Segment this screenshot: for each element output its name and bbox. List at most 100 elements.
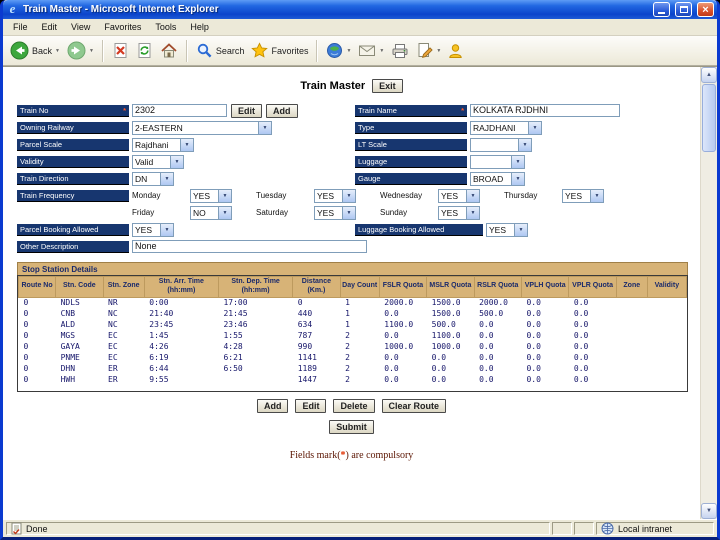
station-table-header-row: Route NoStn. CodeStn. ZoneStn. Arr. Time…: [19, 277, 687, 298]
menu-file[interactable]: File: [6, 20, 35, 34]
globe-icon: [326, 42, 343, 59]
parcel-scale-select[interactable]: Rajdhani ▼: [132, 138, 194, 152]
column-header: MSLR Quota: [427, 277, 474, 298]
table-row[interactable]: 0HWHER9:55144720.00.00.00.00.0: [19, 374, 687, 385]
tuesday-select[interactable]: YES ▼: [314, 189, 356, 203]
lt-scale-select[interactable]: ▼: [470, 138, 532, 152]
table-cell: 0.0: [474, 341, 521, 352]
table-cell: GAYA: [56, 341, 103, 352]
clear-route-button[interactable]: Clear Route: [382, 399, 447, 413]
table-cell: 0.0: [521, 308, 568, 319]
mail-button[interactable]: ▼: [355, 41, 387, 60]
other-description-input[interactable]: None: [132, 240, 367, 253]
table-row[interactable]: 0GAYAEC4:264:2899021000.01000.00.00.00.0: [19, 341, 687, 352]
search-button[interactable]: Search: [193, 40, 248, 61]
table-row[interactable]: 0NDLSNR0:0017:00012000.01500.02000.00.00…: [19, 297, 687, 308]
menu-help[interactable]: Help: [183, 20, 216, 34]
menu-favorites[interactable]: Favorites: [97, 20, 148, 34]
train-name-input[interactable]: KOLKATA RJDHNI: [470, 104, 620, 117]
submit-button[interactable]: Submit: [329, 420, 374, 434]
content-area: Train Master Exit Train No * 2302 Edit A: [3, 66, 717, 519]
edit-row-button[interactable]: Edit: [295, 399, 326, 413]
scrollbar-thumb[interactable]: [702, 84, 716, 152]
table-action-buttons: Add Edit Delete Clear Route: [3, 399, 700, 413]
print-button[interactable]: [388, 41, 412, 61]
monday-select[interactable]: YES ▼: [190, 189, 232, 203]
required-asterisk: *: [461, 106, 464, 115]
table-cell: NC: [103, 308, 144, 319]
table-cell: 1141: [293, 352, 340, 363]
table-cell: 0: [293, 297, 340, 308]
page-title: Train Master: [300, 80, 365, 92]
luggage-booking-select[interactable]: YES ▼: [486, 223, 528, 237]
friday-select[interactable]: NO ▼: [190, 206, 232, 220]
table-row[interactable]: 0MGSEC1:451:5578720.01100.00.00.00.0: [19, 330, 687, 341]
parcel-booking-select[interactable]: YES ▼: [132, 223, 174, 237]
menu-edit[interactable]: Edit: [35, 20, 65, 34]
add-row-button[interactable]: Add: [257, 399, 289, 413]
owning-railway-select[interactable]: 2-EASTERN ▼: [132, 121, 272, 135]
minimize-button[interactable]: [653, 2, 670, 17]
table-cell: 1000.0: [379, 341, 426, 352]
vertical-scrollbar[interactable]: ▲ ▼: [700, 67, 717, 519]
chevron-down-icon: ▼: [342, 190, 355, 202]
stop-button[interactable]: [109, 40, 132, 61]
messenger-button[interactable]: [445, 41, 466, 61]
table-cell: EC: [103, 341, 144, 352]
table-row[interactable]: 0ALDNC23:4523:4663411100.0500.00.00.00.0: [19, 319, 687, 330]
chevron-down-icon: ▼: [514, 224, 527, 236]
table-row[interactable]: 0CNBNC21:4021:4544010.01500.0500.00.00.0: [19, 308, 687, 319]
table-cell: 1100.0: [379, 319, 426, 330]
forward-button[interactable]: ▼: [64, 39, 97, 62]
table-cell: [647, 374, 686, 385]
back-button[interactable]: Back ▼: [7, 39, 63, 62]
menu-view[interactable]: View: [64, 20, 97, 34]
column-header: Validity: [647, 277, 686, 298]
validity-select[interactable]: Valid ▼: [132, 155, 184, 169]
train-direction-select[interactable]: DN ▼: [132, 172, 174, 186]
table-cell: 23:45: [144, 319, 218, 330]
media-button[interactable]: ▼: [323, 40, 354, 61]
saturday-select[interactable]: YES ▼: [314, 206, 356, 220]
delete-row-button[interactable]: Delete: [333, 399, 374, 413]
browser-window: e Train Master - Microsoft Internet Expl…: [0, 0, 720, 540]
table-row[interactable]: 0DHNER6:446:50118920.00.00.00.00.0: [19, 363, 687, 374]
chevron-down-icon: ▼: [170, 156, 183, 168]
chevron-down-icon: ▼: [180, 139, 193, 151]
type-select[interactable]: RAJDHANI ▼: [470, 121, 542, 135]
scrollbar-track[interactable]: [701, 83, 717, 503]
gauge-select[interactable]: BROAD ▼: [470, 172, 525, 186]
other-description-label: Other Description: [17, 241, 129, 253]
wednesday-select[interactable]: YES ▼: [438, 189, 480, 203]
sunday-select[interactable]: YES ▼: [438, 206, 480, 220]
thursday-select[interactable]: YES ▼: [562, 189, 604, 203]
table-cell: 0.0: [474, 374, 521, 385]
scroll-up-icon[interactable]: ▲: [701, 67, 717, 83]
train-no-edit-button[interactable]: Edit: [231, 104, 262, 118]
column-header: Stn. Zone: [103, 277, 144, 298]
favorites-button[interactable]: Favorites: [248, 40, 311, 61]
owning-railway-label: Owning Railway: [17, 122, 129, 134]
scroll-down-icon[interactable]: ▼: [701, 503, 717, 519]
status-blank-panel: [574, 522, 594, 535]
table-cell: 4:26: [144, 341, 218, 352]
train-no-add-button[interactable]: Add: [266, 104, 298, 118]
internet-explorer-icon: e: [6, 3, 19, 16]
table-cell: 1100.0: [427, 330, 474, 341]
luggage-select[interactable]: ▼: [470, 155, 525, 169]
back-icon: [10, 41, 29, 60]
menu-tools[interactable]: Tools: [148, 20, 183, 34]
table-row[interactable]: 0PNMEEC6:196:21114120.00.00.00.00.0: [19, 352, 687, 363]
maximize-button[interactable]: [675, 2, 692, 17]
close-button[interactable]: ×: [697, 2, 714, 17]
security-zone-text: Local intranet: [618, 524, 672, 534]
table-cell: [647, 297, 686, 308]
refresh-button[interactable]: [133, 40, 156, 61]
home-button[interactable]: [157, 40, 181, 61]
train-no-input[interactable]: 2302: [132, 104, 227, 117]
table-cell: 990: [293, 341, 340, 352]
exit-button[interactable]: Exit: [372, 79, 403, 93]
edit-button[interactable]: ▼: [413, 40, 444, 61]
type-label: Type: [355, 122, 467, 134]
chevron-down-icon: ▼: [511, 173, 524, 185]
